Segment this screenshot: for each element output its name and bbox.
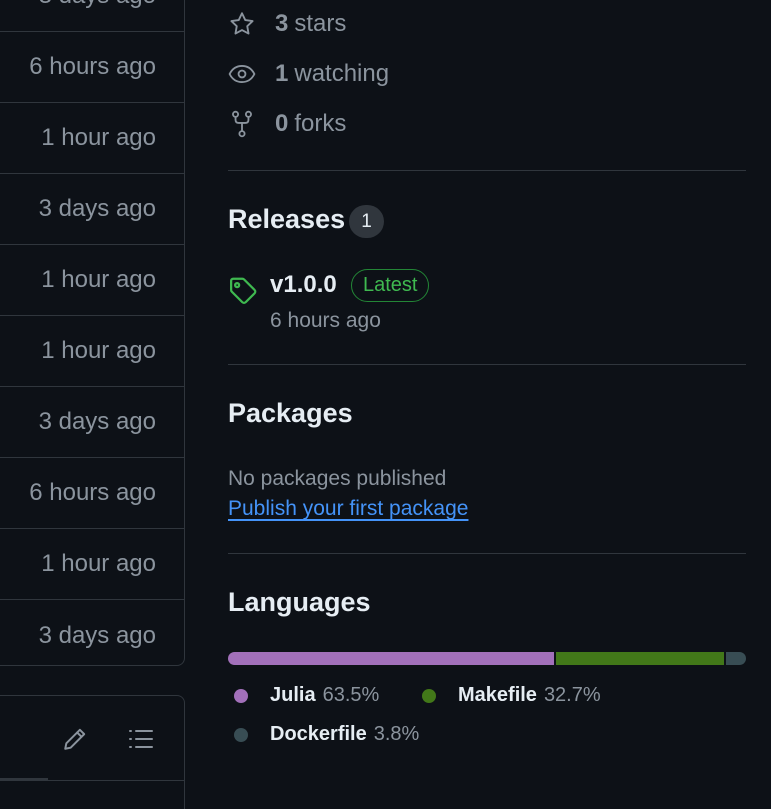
language-percent: 3.8% <box>373 723 420 745</box>
releases-heading[interactable]: Releases <box>228 204 345 235</box>
readme-panel <box>0 695 185 809</box>
language-color-dot <box>422 688 436 703</box>
language-bar-segment <box>726 652 746 665</box>
language-color-dot <box>234 688 248 703</box>
commit-time: 1 hour ago <box>41 266 156 293</box>
commit-time: 3 days ago <box>38 195 156 222</box>
section-divider <box>228 364 746 365</box>
section-divider <box>228 553 746 554</box>
watching-count: 1 <box>275 60 289 87</box>
table-row[interactable]: 3 days ago <box>0 0 184 32</box>
watching-label: watching <box>294 60 390 87</box>
language-item-julia[interactable]: Julia 63.5% <box>228 684 379 707</box>
release-name-link[interactable]: v1.0.0 <box>270 271 337 299</box>
table-row[interactable]: 3 days ago <box>0 387 184 458</box>
publish-package-link[interactable]: Publish your first package <box>228 497 468 521</box>
table-row[interactable]: 1 hour ago <box>0 316 184 387</box>
page: 3 days ago 6 hours ago 1 hour ago 3 days… <box>0 0 771 809</box>
table-row[interactable]: 3 days ago <box>0 174 184 245</box>
edit-file-button[interactable] <box>59 723 91 755</box>
latest-badge: Latest <box>351 269 430 302</box>
pencil-icon <box>64 728 86 750</box>
table-row[interactable]: 1 hour ago <box>0 529 184 600</box>
commit-time: 1 hour ago <box>41 337 156 364</box>
stars-label: stars <box>294 10 347 37</box>
packages-heading[interactable]: Packages <box>228 398 353 429</box>
language-name: Dockerfile <box>270 723 367 745</box>
commit-time: 1 hour ago <box>41 124 156 151</box>
forks-link[interactable]: 0 forks <box>228 107 346 141</box>
list-icon <box>129 730 153 748</box>
language-percent: 32.7% <box>543 684 601 706</box>
table-row[interactable]: 6 hours ago <box>0 32 184 103</box>
commit-time: 1 hour ago <box>41 550 156 577</box>
language-bar-segment <box>556 652 725 665</box>
watchers-link[interactable]: 1 watching <box>228 57 389 91</box>
outline-button[interactable] <box>125 723 157 755</box>
languages-heading: Languages <box>228 587 371 617</box>
commit-time: 6 hours ago <box>29 479 156 506</box>
file-table: 3 days ago 6 hours ago 1 hour ago 3 days… <box>0 0 185 666</box>
language-name: Makefile <box>458 684 537 706</box>
commit-time: 3 days ago <box>39 0 156 10</box>
table-row[interactable]: 1 hour ago <box>0 103 184 174</box>
fork-icon <box>228 110 256 138</box>
commit-time: 6 hours ago <box>29 53 156 80</box>
commit-time: 3 days ago <box>38 622 156 649</box>
section-divider <box>228 170 746 171</box>
no-packages-text: No packages published <box>228 467 447 490</box>
table-row[interactable]: 3 days ago <box>0 600 184 671</box>
language-bar <box>228 652 746 665</box>
release-time: 6 hours ago <box>270 309 381 332</box>
language-item-makefile[interactable]: Makefile 32.7% <box>416 684 601 707</box>
star-icon <box>228 10 256 38</box>
commit-time: 3 days ago <box>38 408 156 435</box>
language-color-dot <box>234 727 248 742</box>
releases-count-badge: 1 <box>349 205 384 238</box>
table-row[interactable]: 1 hour ago <box>0 245 184 316</box>
language-bar-segment <box>228 652 555 665</box>
language-percent: 63.5% <box>322 684 380 706</box>
table-row[interactable]: 6 hours ago <box>0 458 184 529</box>
language-item-dockerfile[interactable]: Dockerfile 3.8% <box>228 723 419 746</box>
eye-icon <box>228 60 256 88</box>
forks-count: 0 <box>275 110 289 137</box>
language-name: Julia <box>270 684 316 706</box>
stars-link[interactable]: 3 stars <box>228 7 346 41</box>
readme-divider <box>0 780 184 781</box>
tag-icon <box>230 277 257 304</box>
forks-label: forks <box>294 110 347 137</box>
stars-count: 3 <box>275 10 289 37</box>
